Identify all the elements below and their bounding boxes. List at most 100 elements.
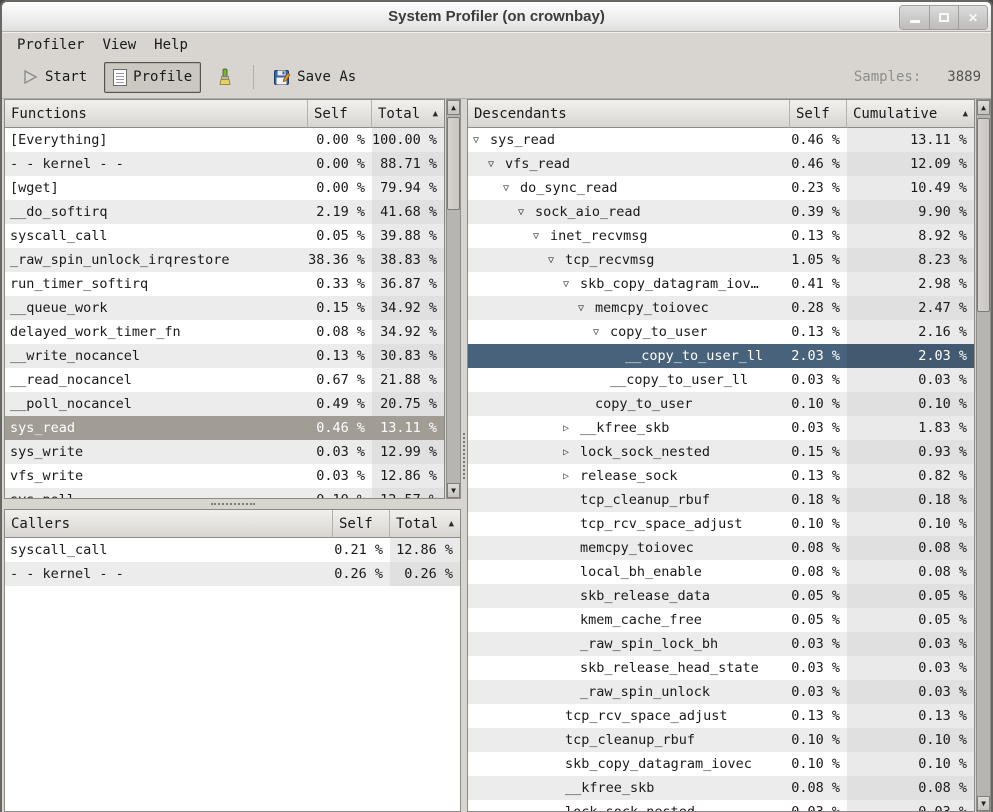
table-row[interactable]: sys_write0.03 %12.99 % <box>5 440 444 464</box>
expander-open-icon[interactable]: ▽ <box>533 231 550 242</box>
expander-open-icon[interactable]: ▽ <box>518 207 535 218</box>
clear-button[interactable] <box>207 61 243 93</box>
table-row[interactable]: syscall_call0.21 %12.86 % <box>5 538 460 562</box>
table-row[interactable]: kmem_cache_free0.05 %0.05 % <box>468 608 974 632</box>
table-row[interactable]: [Everything]0.00 %100.00 % <box>5 128 444 152</box>
table-row[interactable]: _raw_spin_unlock_irqrestore38.36 %38.83 … <box>5 248 444 272</box>
minimize-button[interactable] <box>900 6 929 29</box>
table-row[interactable]: ▷release_sock0.13 %0.82 % <box>468 464 974 488</box>
table-row[interactable]: skb_release_data0.05 %0.05 % <box>468 584 974 608</box>
table-row[interactable]: ▽memcpy_toiovec0.28 %2.47 % <box>468 296 974 320</box>
table-row[interactable]: delayed_work_timer_fn0.08 %34.92 % <box>5 320 444 344</box>
function-name: __poll_nocancel <box>10 396 132 412</box>
horizontal-splitter[interactable] <box>4 499 461 509</box>
table-row[interactable]: - - kernel - -0.26 %0.26 % <box>5 562 460 586</box>
total-percent-cell: 36.87 % <box>372 272 444 296</box>
table-row[interactable]: run_timer_softirq0.33 %36.87 % <box>5 272 444 296</box>
table-row[interactable]: __queue_work0.15 %34.92 % <box>5 296 444 320</box>
table-row[interactable]: sys_read0.46 %13.11 % <box>5 416 444 440</box>
table-row[interactable]: ▽vfs_read0.46 %12.09 % <box>468 152 974 176</box>
table-row[interactable]: tcp_cleanup_rbuf0.18 %0.18 % <box>468 488 974 512</box>
descendants-column-header[interactable]: Descendants <box>468 100 790 128</box>
table-row[interactable]: __do_softirq2.19 %41.68 % <box>5 200 444 224</box>
function-name-cell: - - kernel - - <box>5 562 333 586</box>
expander-closed-icon[interactable]: ▷ <box>563 423 580 434</box>
expander-open-icon[interactable]: ▽ <box>593 327 610 338</box>
table-row[interactable]: skb_release_head_state0.03 %0.03 % <box>468 656 974 680</box>
table-row[interactable]: skb_copy_datagram_iovec0.10 %0.10 % <box>468 752 974 776</box>
table-row[interactable]: tcp_rcv_space_adjust0.10 %0.10 % <box>468 512 974 536</box>
self-column-header[interactable]: Self <box>308 100 372 128</box>
self-percent-cell: 0.00 % <box>308 152 372 176</box>
table-row[interactable]: tcp_cleanup_rbuf0.10 %0.10 % <box>468 728 974 752</box>
table-row[interactable]: __kfree_skb0.08 %0.08 % <box>468 776 974 800</box>
table-row[interactable]: ▷lock_sock_nested0.15 %0.93 % <box>468 440 974 464</box>
table-row[interactable]: memcpy_toiovec0.08 %0.08 % <box>468 536 974 560</box>
table-row[interactable]: syscall_call0.05 %39.88 % <box>5 224 444 248</box>
scroll-up-button[interactable]: ▲ <box>977 100 990 115</box>
scrollbar-thumb[interactable] <box>977 118 990 312</box>
function-name: - - kernel - - <box>10 156 124 172</box>
descendants-scrollbar[interactable]: ▲ ▼ <box>976 99 991 812</box>
table-row[interactable]: ▷__kfree_skb0.03 %1.83 % <box>468 416 974 440</box>
functions-column-header[interactable]: Functions <box>5 100 308 128</box>
self-percent-cell: 0.03 % <box>790 800 847 811</box>
table-row[interactable]: tcp_rcv_space_adjust0.13 %0.13 % <box>468 704 974 728</box>
cumulative-column-header[interactable]: Cumulative▲ <box>847 100 974 128</box>
function-name-cell: copy_to_user <box>468 392 790 416</box>
expander-open-icon[interactable]: ▽ <box>488 159 505 170</box>
scroll-up-button[interactable]: ▲ <box>447 100 460 115</box>
start-button[interactable]: Start <box>12 61 96 93</box>
close-button[interactable]: ✕ <box>958 6 987 29</box>
self-column-header[interactable]: Self <box>790 100 847 128</box>
expander-closed-icon[interactable]: ▷ <box>563 447 580 458</box>
expander-open-icon[interactable]: ▽ <box>473 135 490 146</box>
expander-open-icon[interactable]: ▽ <box>548 255 565 266</box>
total-column-header[interactable]: Total▲ <box>390 510 460 538</box>
scrollbar-thumb[interactable] <box>447 117 460 210</box>
table-row[interactable]: vfs_write0.03 %12.86 % <box>5 464 444 488</box>
titlebar[interactable]: System Profiler (on crownbay) ✕ <box>2 2 991 32</box>
table-row[interactable]: lock_sock_nested0.03 %0.03 % <box>468 800 974 811</box>
table-row[interactable]: ▽sys_read0.46 %13.11 % <box>468 128 974 152</box>
table-row[interactable]: __read_nocancel0.67 %21.88 % <box>5 368 444 392</box>
table-row[interactable]: _raw_spin_lock_bh0.03 %0.03 % <box>468 632 974 656</box>
function-name-cell: syscall_call <box>5 538 333 562</box>
table-row[interactable]: ▽sock_aio_read0.39 %9.90 % <box>468 200 974 224</box>
expander-open-icon[interactable]: ▽ <box>503 183 520 194</box>
expander-closed-icon[interactable]: ▷ <box>563 471 580 482</box>
table-row[interactable]: __poll_nocancel0.49 %20.75 % <box>5 392 444 416</box>
table-row[interactable]: __copy_to_user_ll2.03 %2.03 % <box>468 344 974 368</box>
total-column-header[interactable]: Total▲ <box>372 100 444 128</box>
scroll-down-button[interactable]: ▼ <box>447 483 460 498</box>
table-row[interactable]: ▽inet_recvmsg0.13 %8.92 % <box>468 224 974 248</box>
menu-profiler[interactable]: Profiler <box>10 35 91 55</box>
table-row[interactable]: sys_poll0.10 %12.57 % <box>5 488 444 498</box>
table-row[interactable]: ▽do_sync_read0.23 %10.49 % <box>468 176 974 200</box>
table-row[interactable]: __copy_to_user_ll0.03 %0.03 % <box>468 368 974 392</box>
table-row[interactable]: [wget]0.00 %79.94 % <box>5 176 444 200</box>
save-as-button[interactable]: Save As <box>264 61 365 93</box>
table-row[interactable]: - - kernel - -0.00 %88.71 % <box>5 152 444 176</box>
self-percent-cell: 0.13 % <box>790 704 847 728</box>
total-percent-cell: 0.08 % <box>847 776 974 800</box>
maximize-button[interactable] <box>929 6 958 29</box>
menu-help[interactable]: Help <box>147 35 195 55</box>
tree-indent <box>473 644 563 645</box>
profile-toggle-button[interactable]: Profile <box>104 62 201 93</box>
callers-column-header[interactable]: Callers <box>5 510 333 538</box>
functions-scrollbar[interactable]: ▲ ▼ <box>446 99 461 499</box>
expander-open-icon[interactable]: ▽ <box>578 303 595 314</box>
menu-view[interactable]: View <box>95 35 143 55</box>
table-row[interactable]: _raw_spin_unlock0.03 %0.03 % <box>468 680 974 704</box>
table-row[interactable]: __write_nocancel0.13 %30.83 % <box>5 344 444 368</box>
table-row[interactable]: local_bh_enable0.08 %0.08 % <box>468 560 974 584</box>
table-row[interactable]: ▽copy_to_user0.13 %2.16 % <box>468 320 974 344</box>
table-row[interactable]: ▽skb_copy_datagram_iov…0.41 %2.98 % <box>468 272 974 296</box>
table-row[interactable]: ▽tcp_recvmsg1.05 %8.23 % <box>468 248 974 272</box>
expander-open-icon[interactable]: ▽ <box>563 279 580 290</box>
scroll-down-button[interactable]: ▼ <box>977 796 990 811</box>
self-column-header[interactable]: Self <box>333 510 390 538</box>
table-row[interactable]: copy_to_user0.10 %0.10 % <box>468 392 974 416</box>
function-name-cell: ▽do_sync_read <box>468 176 790 200</box>
